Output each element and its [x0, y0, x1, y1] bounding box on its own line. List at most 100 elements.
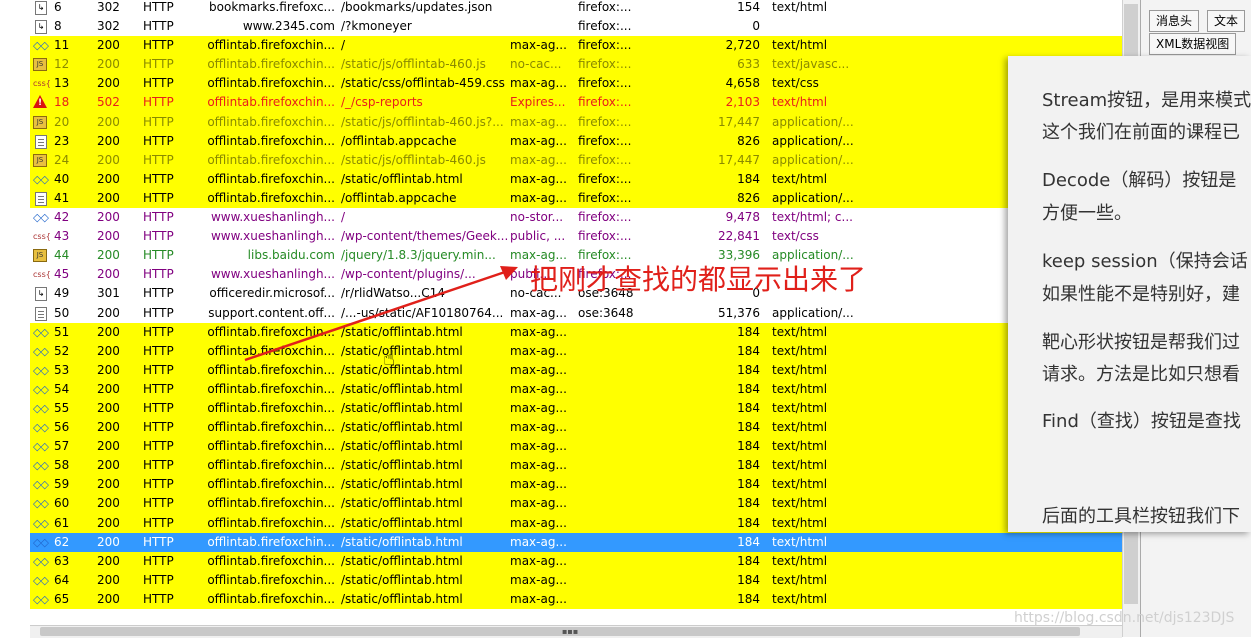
session-row[interactable]: ◇◇ 63 200 HTTP offlintab.firefoxchin.../stat… [30, 551, 1122, 571]
session-process: firefox:... [578, 57, 632, 72]
tab-headers[interactable]: 消息头 [1149, 10, 1200, 32]
session-row[interactable]: ◇◇ 59 200 HTTP offlintab.firefoxchin.../stat… [30, 475, 1122, 495]
tab-text[interactable]: 文本 [1207, 10, 1246, 32]
session-content-type: text/html [772, 38, 828, 53]
session-row[interactable]: 23 200 HTTP offlintab.firefoxchin.../offlin… [30, 131, 1122, 151]
session-host: offlintab.firefoxchin... [207, 400, 335, 415]
session-host: offlintab.firefoxchin... [207, 381, 335, 396]
session-row[interactable]: ◇◇ 64 200 HTTP offlintab.firefoxchin.../stat… [30, 570, 1122, 590]
redirect-icon: ↳ [35, 1, 47, 15]
session-body-size: 184 [737, 324, 760, 339]
redirect-icon: ↳ [35, 287, 47, 302]
session-row[interactable]: ◇◇ 51 200 HTTP offlintab.firefoxchin.../stat… [30, 322, 1122, 342]
html-icon: ◇◇ [33, 459, 49, 473]
session-url: /static/offlintab.html [341, 362, 463, 377]
session-host: offlintab.firefoxchin... [207, 95, 335, 110]
session-url: /...-us/static/AF10180764... [341, 305, 504, 320]
session-host: offlintab.firefoxchin... [207, 76, 335, 91]
session-process: firefox:... [578, 76, 632, 91]
session-row[interactable]: 50 200 HTTP support.content.off.../...-us/s… [30, 304, 1122, 323]
session-row[interactable]: 41 200 HTTP offlintab.firefoxchin.../offlin… [30, 188, 1122, 209]
html-icon: ◇◇ [33, 325, 49, 339]
document-icon [35, 306, 47, 321]
session-body-size: 154 [737, 0, 760, 14]
warning-icon [33, 95, 47, 110]
session-host: offlintab.firefoxchin... [207, 420, 335, 435]
session-url: /static/offlintab.html [341, 324, 463, 339]
session-result: 200 [97, 152, 120, 167]
html-icon: ◇◇ [33, 554, 49, 568]
session-row[interactable]: ◇◇ 57 200 HTTP offlintab.firefoxchin.../stat… [30, 437, 1122, 457]
session-row[interactable]: ◇◇ 54 200 HTTP offlintab.firefoxchin.../stat… [30, 379, 1122, 399]
session-row[interactable]: JS 20 200 HTTP offlintab.firefoxchin.../stat… [30, 112, 1122, 132]
session-result: 200 [97, 305, 120, 320]
session-body-size: 826 [737, 190, 760, 205]
session-body-size: 184 [737, 572, 760, 587]
session-row[interactable]: ◇◇ 53 200 HTTP offlintab.firefoxchin.../stat… [30, 360, 1122, 380]
session-result: 200 [97, 400, 120, 415]
session-url: /static/offlintab.html [341, 553, 463, 568]
session-host: libs.baidu.com [247, 248, 335, 263]
session-row[interactable]: ◇◇ 42 200 HTTP www.xueshanlingh... / no-stor..… [30, 208, 1122, 227]
session-caching: max-ag... [510, 152, 567, 167]
js-icon: JS [33, 249, 47, 263]
session-content-type: text/html [772, 439, 828, 454]
session-caching: max-ag... [510, 420, 567, 435]
html-icon: ◇◇ [33, 39, 49, 53]
slide-line: 方便一些。 [1042, 203, 1132, 224]
session-row[interactable]: ↳ 8 302 HTTP www.2345.com/?kmoneyer firefox:.… [30, 17, 1122, 36]
slide-line: 靶心形状按钮是帮我们过 [1042, 332, 1240, 353]
session-url: /static/offlintab.html [341, 477, 463, 492]
session-result: 200 [97, 496, 120, 511]
css-icon: css{ [33, 79, 51, 89]
session-caching: max-ag... [510, 591, 567, 606]
session-host: offlintab.firefoxchin... [207, 343, 335, 358]
session-row[interactable]: 18502HTTPofflintab.firefoxchin.../_/csp-… [30, 93, 1122, 113]
session-row[interactable]: ◇◇ 65 200 HTTP offlintab.firefoxchin.../stat… [30, 589, 1122, 609]
session-row[interactable]: ↳ 6 302 HTTP bookmarks.firefoxc.../bookmarks… [30, 0, 1122, 17]
session-body-size: 184 [737, 439, 760, 454]
session-content-type: text/html [772, 515, 828, 530]
html-icon: ◇◇ [33, 497, 49, 511]
session-body-size: 17,447 [718, 152, 760, 167]
session-row[interactable]: ◇◇ 61 200 HTTP offlintab.firefoxchin.../stat… [30, 513, 1122, 533]
session-row[interactable]: JS 24 200 HTTP offlintab.firefoxchin.../stat… [30, 150, 1122, 170]
js-icon: JS [33, 153, 47, 167]
session-host: offlintab.firefoxchin... [207, 515, 335, 530]
session-result: 302 [97, 19, 120, 34]
horizontal-scroll-thumb[interactable] [40, 627, 1080, 636]
session-content-type: application/... [772, 152, 854, 167]
session-result: 200 [97, 210, 120, 225]
session-row[interactable]: ◇◇ 52 200 HTTP offlintab.firefoxchin.../stat… [30, 341, 1122, 361]
session-row[interactable]: ◇◇ 55 200 HTTP offlintab.firefoxchin.../stat… [30, 398, 1122, 419]
session-row[interactable]: ◇◇ 62 200 HTTP offlintab.firefoxchin.../stat… [30, 532, 1122, 552]
session-process: firefox:... [578, 38, 632, 53]
session-url: /offlintab.appcache [341, 190, 457, 205]
session-row[interactable]: ◇◇ 11 200 HTTP offlintab.firefoxchin... / max-… [30, 36, 1122, 56]
session-row[interactable]: css{43 200 HTTP www.xueshanlingh.../wp-cont… [30, 227, 1122, 246]
session-result: 200 [97, 343, 120, 358]
session-caching: max-ag... [510, 458, 567, 473]
session-row[interactable]: ◇◇ 56 200 HTTP offlintab.firefoxchin.../stat… [30, 418, 1122, 438]
session-body-size: 9,478 [725, 210, 760, 225]
session-row[interactable]: css{13 200 HTTP offlintab.firefoxchin.../st… [30, 74, 1122, 94]
session-content-type: text/html [772, 324, 828, 339]
session-row[interactable]: JS 12 200 HTTP offlintab.firefoxchin.../stat… [30, 55, 1122, 75]
session-url: /static/offlintab.html [341, 343, 463, 358]
session-row[interactable]: ◇◇ 40 200 HTTP offlintab.firefoxchin.../stat… [30, 169, 1122, 189]
slide-line: 这个我们在前面的课程已 [1042, 122, 1240, 143]
session-host: offlintab.firefoxchin... [207, 591, 335, 606]
session-host: www.xueshanlingh... [210, 229, 335, 244]
session-url: /r/rlidWatso...C14 [341, 286, 445, 301]
tab-xml-view[interactable]: XML数据视图 [1149, 33, 1237, 55]
session-result: 200 [97, 458, 120, 473]
watermark: https://blog.csdn.net/djs123DJS [1014, 610, 1235, 626]
session-row[interactable]: ◇◇ 60 200 HTTP offlintab.firefoxchin.../stat… [30, 494, 1122, 514]
session-list[interactable]: ↳ 6 302 HTTP bookmarks.firefoxc.../bookmarks… [30, 0, 1122, 609]
document-icon [35, 134, 47, 149]
session-host: offlintab.firefoxchin... [207, 458, 335, 473]
session-caching: max-ag... [510, 572, 567, 587]
session-caching: public, ... [510, 229, 566, 244]
session-row[interactable]: ◇◇ 58 200 HTTP offlintab.firefoxchin.../stat… [30, 456, 1122, 476]
session-body-size: 184 [737, 591, 760, 606]
